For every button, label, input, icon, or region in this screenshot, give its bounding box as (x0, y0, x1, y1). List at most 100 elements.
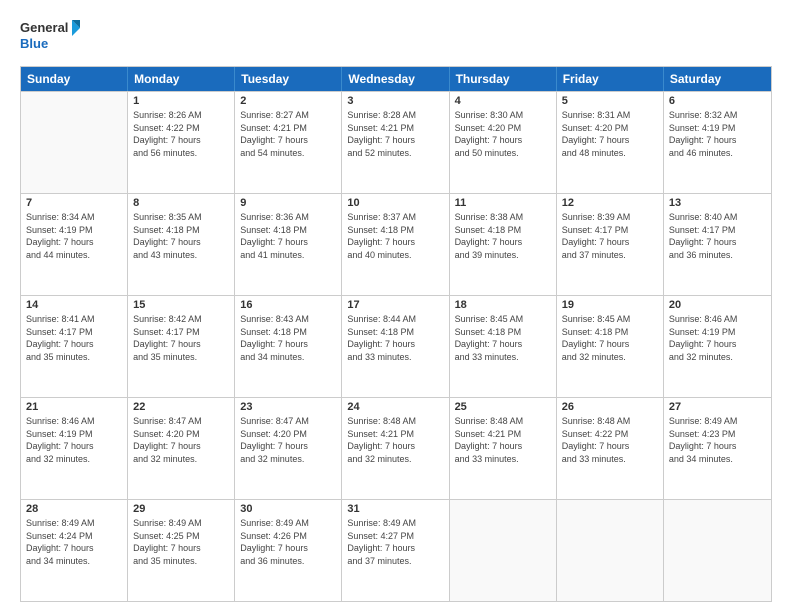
day-number: 19 (562, 299, 658, 311)
cal-cell-22: 22 Sunrise: 8:47 AMSunset: 4:20 PMDayligh… (128, 398, 235, 499)
day-number: 24 (347, 401, 443, 413)
day-number: 23 (240, 401, 336, 413)
cal-cell-18: 18 Sunrise: 8:45 AMSunset: 4:18 PMDayligh… (450, 296, 557, 397)
day-info: Sunrise: 8:46 AMSunset: 4:19 PMDaylight:… (26, 415, 122, 465)
day-info: Sunrise: 8:41 AMSunset: 4:17 PMDaylight:… (26, 313, 122, 363)
cal-cell-19: 19 Sunrise: 8:45 AMSunset: 4:18 PMDayligh… (557, 296, 664, 397)
day-number: 13 (669, 197, 766, 209)
cal-cell-17: 17 Sunrise: 8:44 AMSunset: 4:18 PMDayligh… (342, 296, 449, 397)
page: General Blue SundayMondayTuesdayWednesda… (0, 0, 792, 612)
cal-cell-empty (450, 500, 557, 601)
day-info: Sunrise: 8:40 AMSunset: 4:17 PMDaylight:… (669, 211, 766, 261)
cal-cell-14: 14 Sunrise: 8:41 AMSunset: 4:17 PMDayligh… (21, 296, 128, 397)
cal-cell-empty (664, 500, 771, 601)
day-info: Sunrise: 8:27 AMSunset: 4:21 PMDaylight:… (240, 109, 336, 159)
cal-cell-6: 6Sunrise: 8:32 AMSunset: 4:19 PMDaylight… (664, 92, 771, 193)
day-info: Sunrise: 8:48 AMSunset: 4:21 PMDaylight:… (455, 415, 551, 465)
calendar-header: SundayMondayTuesdayWednesdayThursdayFrid… (21, 67, 771, 91)
day-info: Sunrise: 8:44 AMSunset: 4:18 PMDaylight:… (347, 313, 443, 363)
day-info: Sunrise: 8:38 AMSunset: 4:18 PMDaylight:… (455, 211, 551, 261)
day-info: Sunrise: 8:36 AMSunset: 4:18 PMDaylight:… (240, 211, 336, 261)
header: General Blue (20, 16, 772, 56)
week-row-0: 1 Sunrise: 8:26 AMSunset: 4:22 PMDaylight… (21, 91, 771, 193)
day-number: 21 (26, 401, 122, 413)
day-number: 8 (133, 197, 229, 209)
day-info: Sunrise: 8:26 AMSunset: 4:22 PMDaylight:… (133, 109, 229, 159)
header-cell-saturday: Saturday (664, 67, 771, 91)
day-info: Sunrise: 8:43 AMSunset: 4:18 PMDaylight:… (240, 313, 336, 363)
day-number: 27 (669, 401, 766, 413)
day-info: Sunrise: 8:30 AMSunset: 4:20 PMDaylight:… (455, 109, 551, 159)
day-number: 12 (562, 197, 658, 209)
cal-cell-1: 1 Sunrise: 8:26 AMSunset: 4:22 PMDaylight… (128, 92, 235, 193)
day-number: 4 (455, 95, 551, 107)
cal-cell-16: 16 Sunrise: 8:43 AMSunset: 4:18 PMDayligh… (235, 296, 342, 397)
day-info: Sunrise: 8:35 AMSunset: 4:18 PMDaylight:… (133, 211, 229, 261)
day-number: 2 (240, 95, 336, 107)
cal-cell-2: 2 Sunrise: 8:27 AMSunset: 4:21 PMDaylight… (235, 92, 342, 193)
day-number: 5 (562, 95, 658, 107)
logo-svg: General Blue (20, 16, 80, 56)
cal-cell-24: 24 Sunrise: 8:48 AMSunset: 4:21 PMDayligh… (342, 398, 449, 499)
day-info: Sunrise: 8:32 AMSunset: 4:19 PMDaylight:… (669, 109, 766, 159)
header-cell-tuesday: Tuesday (235, 67, 342, 91)
day-number: 31 (347, 503, 443, 515)
cal-cell-9: 9 Sunrise: 8:36 AMSunset: 4:18 PMDaylight… (235, 194, 342, 295)
cal-cell-25: 25Sunrise: 8:48 AMSunset: 4:21 PMDayligh… (450, 398, 557, 499)
day-info: Sunrise: 8:39 AMSunset: 4:17 PMDaylight:… (562, 211, 658, 261)
cal-cell-23: 23 Sunrise: 8:47 AMSunset: 4:20 PMDayligh… (235, 398, 342, 499)
day-info: Sunrise: 8:49 AMSunset: 4:24 PMDaylight:… (26, 517, 122, 567)
day-number: 18 (455, 299, 551, 311)
svg-text:General: General (20, 20, 68, 35)
day-number: 1 (133, 95, 229, 107)
week-row-3: 21 Sunrise: 8:46 AMSunset: 4:19 PMDayligh… (21, 397, 771, 499)
day-info: Sunrise: 8:47 AMSunset: 4:20 PMDaylight:… (133, 415, 229, 465)
day-info: Sunrise: 8:45 AMSunset: 4:18 PMDaylight:… (562, 313, 658, 363)
day-info: Sunrise: 8:49 AMSunset: 4:23 PMDaylight:… (669, 415, 766, 465)
day-info: Sunrise: 8:34 AMSunset: 4:19 PMDaylight:… (26, 211, 122, 261)
cal-cell-15: 15Sunrise: 8:42 AMSunset: 4:17 PMDayligh… (128, 296, 235, 397)
header-cell-monday: Monday (128, 67, 235, 91)
day-number: 17 (347, 299, 443, 311)
week-row-4: 28 Sunrise: 8:49 AMSunset: 4:24 PMDayligh… (21, 499, 771, 601)
day-number: 28 (26, 503, 122, 515)
cal-cell-29: 29Sunrise: 8:49 AMSunset: 4:25 PMDayligh… (128, 500, 235, 601)
header-cell-wednesday: Wednesday (342, 67, 449, 91)
day-number: 3 (347, 95, 443, 107)
day-info: Sunrise: 8:48 AMSunset: 4:22 PMDaylight:… (562, 415, 658, 465)
cal-cell-10: 10 Sunrise: 8:37 AMSunset: 4:18 PMDayligh… (342, 194, 449, 295)
day-info: Sunrise: 8:47 AMSunset: 4:20 PMDaylight:… (240, 415, 336, 465)
cal-cell-11: 11 Sunrise: 8:38 AMSunset: 4:18 PMDayligh… (450, 194, 557, 295)
cal-cell-26: 26 Sunrise: 8:48 AMSunset: 4:22 PMDayligh… (557, 398, 664, 499)
cal-cell-20: 20Sunrise: 8:46 AMSunset: 4:19 PMDayligh… (664, 296, 771, 397)
header-cell-friday: Friday (557, 67, 664, 91)
day-info: Sunrise: 8:46 AMSunset: 4:19 PMDaylight:… (669, 313, 766, 363)
day-info: Sunrise: 8:31 AMSunset: 4:20 PMDaylight:… (562, 109, 658, 159)
day-info: Sunrise: 8:37 AMSunset: 4:18 PMDaylight:… (347, 211, 443, 261)
day-info: Sunrise: 8:28 AMSunset: 4:21 PMDaylight:… (347, 109, 443, 159)
calendar-body: 1 Sunrise: 8:26 AMSunset: 4:22 PMDaylight… (21, 91, 771, 601)
day-info: Sunrise: 8:49 AMSunset: 4:26 PMDaylight:… (240, 517, 336, 567)
cal-cell-8: 8 Sunrise: 8:35 AMSunset: 4:18 PMDaylight… (128, 194, 235, 295)
day-number: 9 (240, 197, 336, 209)
cal-cell-7: 7Sunrise: 8:34 AMSunset: 4:19 PMDaylight… (21, 194, 128, 295)
day-number: 10 (347, 197, 443, 209)
day-info: Sunrise: 8:45 AMSunset: 4:18 PMDaylight:… (455, 313, 551, 363)
day-number: 11 (455, 197, 551, 209)
cal-cell-28: 28 Sunrise: 8:49 AMSunset: 4:24 PMDayligh… (21, 500, 128, 601)
day-number: 22 (133, 401, 229, 413)
cal-cell-5: 5 Sunrise: 8:31 AMSunset: 4:20 PMDaylight… (557, 92, 664, 193)
day-number: 26 (562, 401, 658, 413)
cal-cell-30: 30Sunrise: 8:49 AMSunset: 4:26 PMDayligh… (235, 500, 342, 601)
calendar: SundayMondayTuesdayWednesdayThursdayFrid… (20, 66, 772, 602)
cal-cell-4: 4 Sunrise: 8:30 AMSunset: 4:20 PMDaylight… (450, 92, 557, 193)
cal-cell-empty (21, 92, 128, 193)
week-row-2: 14 Sunrise: 8:41 AMSunset: 4:17 PMDayligh… (21, 295, 771, 397)
day-number: 16 (240, 299, 336, 311)
day-info: Sunrise: 8:49 AMSunset: 4:27 PMDaylight:… (347, 517, 443, 567)
day-number: 14 (26, 299, 122, 311)
day-info: Sunrise: 8:48 AMSunset: 4:21 PMDaylight:… (347, 415, 443, 465)
header-cell-sunday: Sunday (21, 67, 128, 91)
svg-text:Blue: Blue (20, 36, 48, 51)
cal-cell-27: 27 Sunrise: 8:49 AMSunset: 4:23 PMDayligh… (664, 398, 771, 499)
